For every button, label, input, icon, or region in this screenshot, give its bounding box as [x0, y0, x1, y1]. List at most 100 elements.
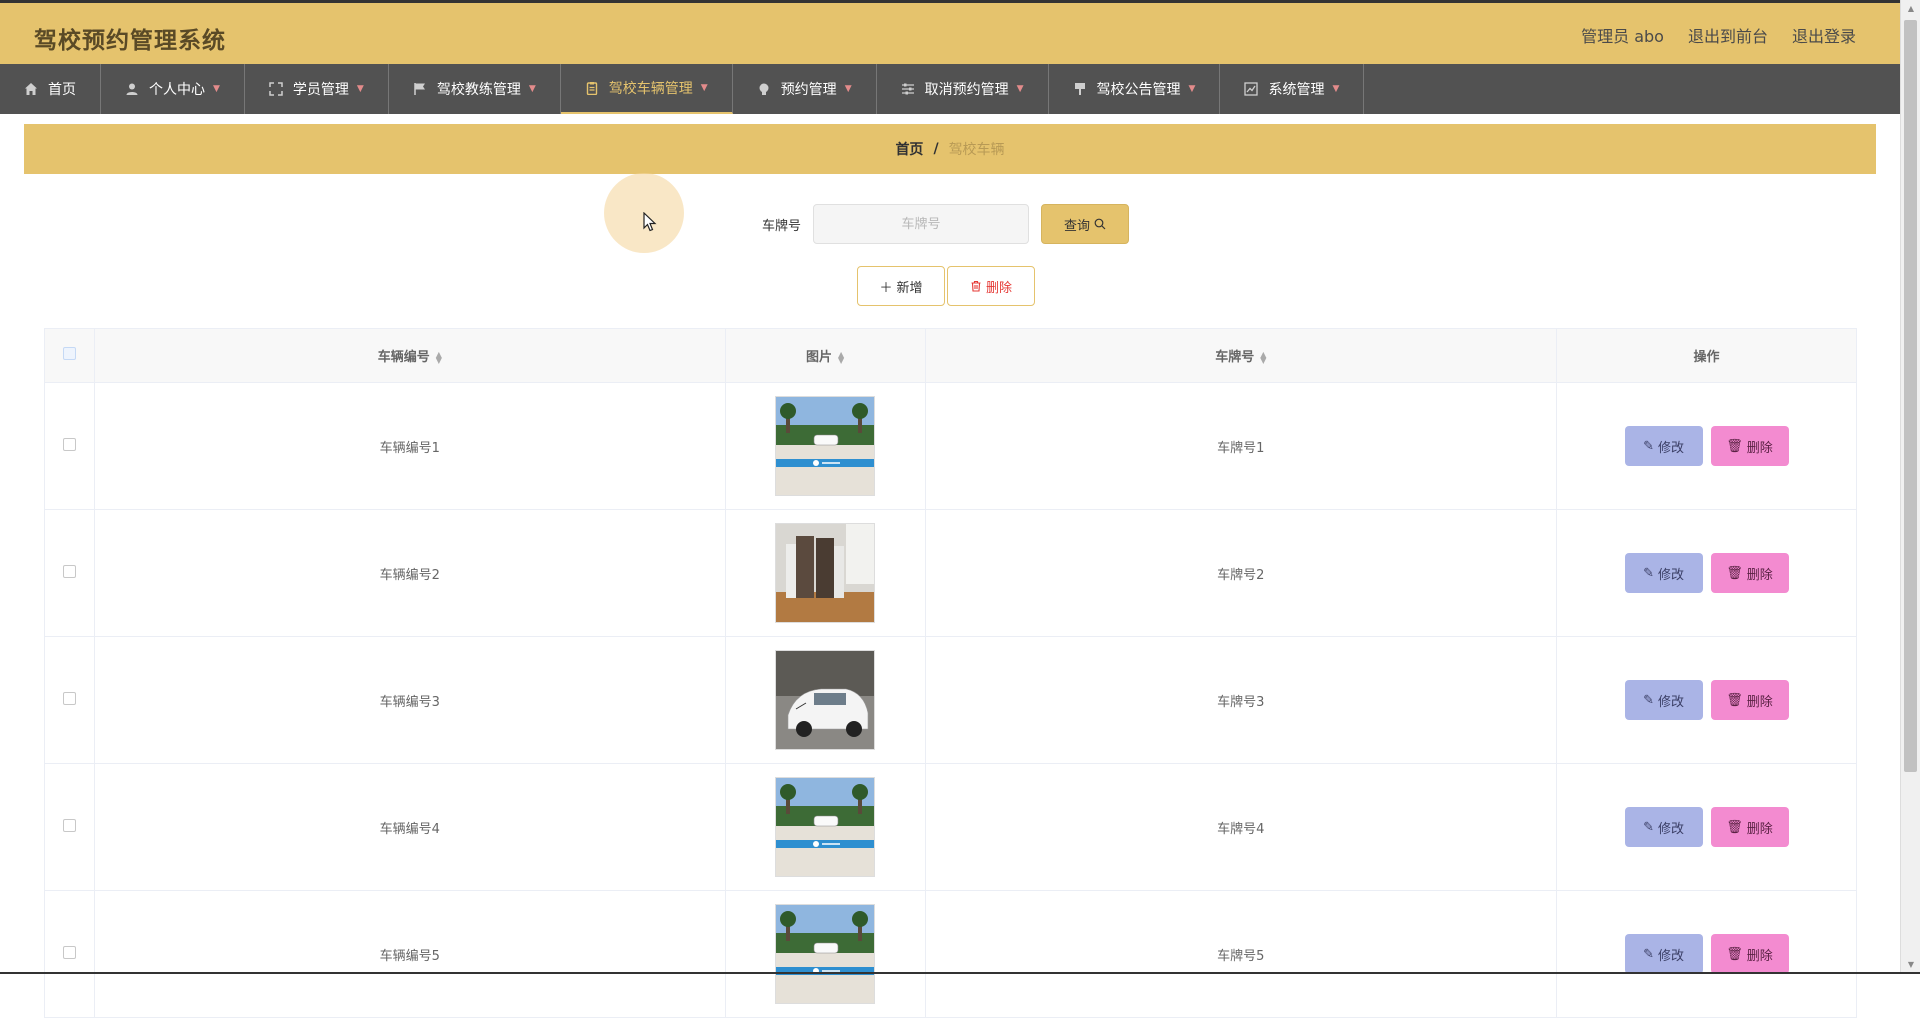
edit-button[interactable]: ✎ 修改 — [1624, 426, 1703, 466]
row-checkbox[interactable] — [62, 437, 76, 451]
edit-button[interactable]: ✎ 修改 — [1624, 553, 1703, 593]
nav-item-vehicle-management[interactable]: 驾校车辆管理 ▼ — [560, 64, 733, 114]
vehicle-no-cell: 车辆编号3 — [93, 636, 726, 764]
admin-user-label: 管理员 abo — [1581, 27, 1664, 46]
nav-item-label: 驾校公告管理 — [1096, 82, 1181, 98]
nav-item-system-management[interactable]: 系统管理 ▼ — [1220, 64, 1365, 114]
ops-cell: ✎ 修改 🗑 删除 — [1556, 509, 1857, 637]
nav-item-coach-management[interactable]: 驾校教练管理 ▼ — [389, 64, 561, 114]
nav-item-label: 首页 — [48, 82, 76, 98]
ops-cell: ✎ 修改 🗑 删除 — [1556, 636, 1857, 764]
white-training-car-image[interactable] — [775, 650, 876, 750]
plate-cell: 车牌号3 — [924, 636, 1558, 764]
edit-button-label: 修改 — [1657, 694, 1684, 710]
driving-simulator-seats-image[interactable] — [775, 523, 876, 623]
table-row: 车辆编号3 车牌号3 ✎ 修改 🗑 删除 — [44, 636, 1857, 764]
edit-button[interactable]: ✎ 修改 — [1624, 807, 1703, 847]
nav-item-label: 驾校教练管理 — [436, 82, 521, 98]
trash-icon: 🗑 — [1726, 565, 1743, 581]
add-button[interactable]: ＋ 新增 — [857, 266, 945, 306]
car-on-training-ground-image[interactable] — [775, 777, 876, 877]
scrollbar-thumb[interactable] — [1904, 20, 1917, 772]
image-cell — [724, 509, 926, 637]
nav-item-home[interactable]: 首页 — [0, 64, 101, 114]
bulk-delete-button[interactable]: 删除 — [947, 266, 1035, 306]
back-to-front-link[interactable]: 退出到前台 — [1688, 23, 1768, 47]
row-checkbox[interactable] — [62, 818, 76, 832]
select-all-checkbox[interactable] — [62, 347, 76, 360]
nav-item-label: 预约管理 — [780, 82, 837, 98]
action-buttons: ＋ 新增 删除 — [857, 266, 1035, 306]
chevron-down-icon: ▼ — [1188, 84, 1196, 94]
vehicle-no-cell: 车辆编号5 — [93, 890, 726, 1018]
edit-icon: ✎ — [1643, 565, 1654, 581]
row-checkbox[interactable] — [62, 691, 76, 705]
table-row: 车辆编号5 车牌号5 ✎ 修改 🗑 删除 — [44, 890, 1857, 1018]
plate-search-input[interactable] — [813, 204, 1030, 244]
sort-icon[interactable]: ▲ ▼ — [1260, 350, 1266, 364]
edit-icon: ✎ — [1643, 946, 1654, 962]
trash-icon: 🗑 — [1726, 438, 1743, 454]
ops-cell: ✎ 修改 🗑 删除 — [1556, 763, 1857, 891]
nav-item-label: 个人中心 — [149, 82, 205, 98]
header-plate[interactable]: 车牌号 ▲ ▼ — [924, 328, 1558, 383]
nav-item-personal-center[interactable]: 个人中心 ▼ — [101, 64, 245, 114]
plate-search-label: 车牌号 — [762, 218, 802, 234]
nav-item-label: 取消预约管理 — [924, 82, 1009, 98]
breadcrumb-home[interactable]: 首页 — [895, 139, 923, 159]
chevron-down-icon: ▼ — [528, 84, 536, 94]
row-checkbox[interactable] — [62, 945, 76, 959]
header-vehicle-no[interactable]: 车辆编号 ▲ ▼ — [93, 328, 726, 383]
vehicle-no-cell: 车辆编号2 — [93, 509, 726, 637]
nav-item-announcement-management[interactable]: 驾校公告管理 ▼ — [1049, 64, 1221, 114]
header-image-label: 图片 — [805, 350, 832, 365]
edit-button-label: 修改 — [1657, 567, 1684, 583]
car-on-training-ground-image[interactable] — [775, 396, 876, 496]
edit-button[interactable]: ✎ 修改 — [1624, 680, 1703, 720]
delete-button-label: 删除 — [1746, 948, 1773, 964]
vehicle-no-cell: 车辆编号1 — [93, 382, 726, 510]
home-icon — [24, 82, 38, 96]
edit-button[interactable]: ✎ 修改 — [1624, 934, 1703, 974]
user-icon — [125, 82, 139, 96]
trash-icon: 🗑 — [1726, 946, 1743, 962]
scroll-down-icon[interactable]: ▼ — [1906, 960, 1916, 970]
nav-item-reservation-management[interactable]: 预约管理 ▼ — [733, 64, 877, 114]
delete-button-label: 删除 — [1746, 440, 1773, 456]
table-header-row: 车辆编号 ▲ ▼ 图片 ▲ ▼ 车牌号 ▲ ▼ 操作 — [44, 328, 1857, 383]
nav-item-student-management[interactable]: 学员管理 ▼ — [245, 64, 389, 114]
delete-button[interactable]: 🗑 删除 — [1710, 426, 1789, 466]
sort-icon[interactable]: ▲ ▼ — [838, 350, 844, 364]
vertical-scrollbar[interactable]: ▲ ▼ — [1900, 0, 1920, 974]
clipboard-icon — [585, 81, 599, 95]
header-image[interactable]: 图片 ▲ ▼ — [724, 328, 926, 383]
car-on-training-ground-image[interactable] — [775, 904, 876, 1004]
search-icon — [1094, 218, 1106, 230]
delete-button[interactable]: 🗑 删除 — [1710, 934, 1789, 974]
sort-icon[interactable]: ▲ ▼ — [436, 350, 442, 364]
nav-item-label: 学员管理 — [292, 82, 349, 98]
ops-cell: ✎ 修改 🗑 删除 — [1556, 382, 1857, 510]
query-button[interactable]: 查询 — [1041, 204, 1130, 244]
scroll-up-icon[interactable]: ▲ — [1906, 4, 1916, 14]
trash-icon — [971, 280, 981, 292]
chevron-down-icon: ▼ — [700, 83, 708, 93]
delete-button[interactable]: 🗑 删除 — [1710, 680, 1789, 720]
brush-icon — [1073, 82, 1087, 96]
logout-link[interactable]: 退出登录 — [1792, 23, 1856, 47]
row-checkbox[interactable] — [62, 564, 76, 578]
breadcrumb: 首页 / 驾校车辆 — [24, 124, 1876, 174]
image-cell — [724, 382, 926, 510]
table-row: 车辆编号2 车牌号2 ✎ 修改 🗑 删除 — [44, 509, 1857, 637]
ops-cell: ✎ 修改 🗑 删除 — [1556, 890, 1857, 1018]
plate-cell: 车牌号4 — [924, 763, 1558, 891]
delete-button[interactable]: 🗑 删除 — [1710, 807, 1789, 847]
delete-button[interactable]: 🗑 删除 — [1710, 553, 1789, 593]
header-ops: 操作 — [1556, 328, 1857, 383]
plate-cell: 车牌号1 — [924, 382, 1558, 510]
nav-item-cancel-reservation[interactable]: 取消预约管理 ▼ — [877, 64, 1049, 114]
edit-button-label: 修改 — [1657, 948, 1684, 964]
delete-button-label: 删除 — [1746, 567, 1773, 583]
query-button-label: 查询 — [1064, 218, 1091, 234]
bulb-icon — [757, 82, 771, 96]
